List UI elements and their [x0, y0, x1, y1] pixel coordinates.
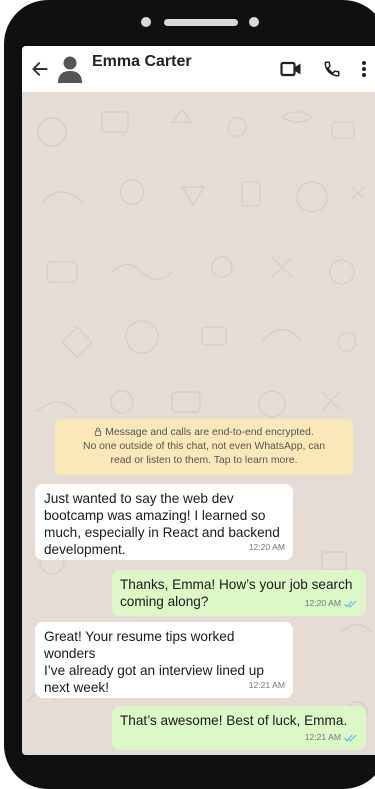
- phone-frame: Emma Carter Message and calls are end-to…: [4, 0, 375, 789]
- phone-icon[interactable]: [319, 56, 345, 82]
- speaker-grille: [164, 19, 238, 26]
- message-text: That’s awesome! Best of luck, Emma.: [120, 713, 348, 728]
- encryption-notice[interactable]: Message and calls are end-to-end encrypt…: [55, 419, 353, 475]
- lock-icon: [94, 427, 105, 438]
- message-time: 12:20 AM: [304, 598, 341, 608]
- chat-screen: Emma Carter Message and calls are end-to…: [22, 46, 375, 755]
- encryption-line-2: No one outside of this chat, not even Wh…: [82, 441, 326, 452]
- message-time: 12:21 AM: [248, 680, 285, 690]
- message-meta: 12:20 AM: [249, 539, 285, 556]
- message-bubble-incoming[interactable]: Just wanted to say the web dev bootcamp …: [35, 484, 293, 560]
- message-meta: 12:20 AM: [305, 595, 358, 612]
- chat-area[interactable]: Message and calls are end-to-end encrypt…: [22, 92, 375, 755]
- sensor-dot: [141, 17, 151, 27]
- double-check-icon: [344, 734, 357, 741]
- video-camera-icon[interactable]: [278, 56, 304, 82]
- message-bubble-outgoing[interactable]: That’s awesome! Best of luck, Emma. 12:2…: [112, 706, 366, 750]
- chat-header: Emma Carter: [22, 46, 375, 92]
- message-time: 12:21 AM: [304, 732, 341, 742]
- message-time: 12:20 AM: [248, 542, 285, 552]
- message-bubble-outgoing[interactable]: Thanks, Emma! How’s your job search comi…: [112, 570, 366, 616]
- arrow-left-icon[interactable]: [28, 57, 52, 81]
- vertical-dots-icon[interactable]: [354, 56, 374, 82]
- person-silhouette-icon: [58, 56, 82, 83]
- message-meta: 12:21 AM: [305, 729, 358, 746]
- contact-name[interactable]: Emma Carter: [92, 53, 192, 71]
- front-camera: [249, 17, 259, 27]
- encryption-line-3: read or listen to them. Tap to learn mor…: [110, 455, 298, 466]
- message-meta: 12:21 AM: [249, 677, 285, 694]
- avatar[interactable]: [55, 54, 85, 84]
- encryption-line-1: Message and calls are end-to-end encrypt…: [105, 427, 314, 438]
- message-bubble-incoming[interactable]: Great! Your resume tips worked wonders I…: [35, 622, 293, 698]
- double-check-icon: [344, 600, 357, 607]
